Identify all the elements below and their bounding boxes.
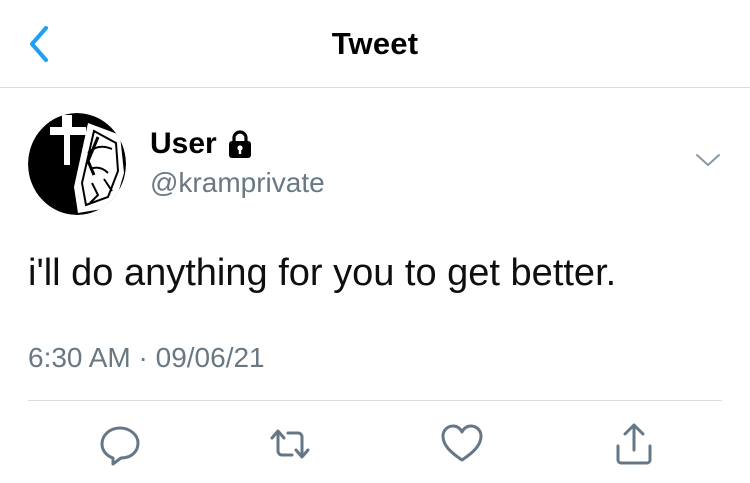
chevron-down-icon: [696, 154, 720, 166]
author-handle[interactable]: @kramprivate: [150, 166, 325, 200]
share-button[interactable]: [610, 420, 658, 468]
author-name-label: User: [150, 127, 217, 160]
divider: [28, 400, 722, 401]
retweet-icon: [270, 429, 310, 459]
avatar[interactable]: [28, 113, 126, 215]
author-name[interactable]: User: [150, 126, 253, 162]
lock-icon: [228, 130, 251, 158]
tweet-text: i'll do anything for you to get better.: [28, 252, 617, 294]
reply-button[interactable]: [96, 420, 144, 468]
more-options-button[interactable]: [694, 150, 722, 170]
page-title: Tweet: [331, 26, 419, 61]
tweet-date: 09/06/21: [155, 342, 265, 373]
retweet-button[interactable]: [266, 420, 314, 468]
reply-icon: [100, 426, 140, 466]
nav-bar: Tweet: [0, 0, 750, 88]
share-icon: [616, 423, 652, 465]
heart-icon: [441, 424, 483, 462]
like-button[interactable]: [438, 420, 486, 468]
tweet-time: 6:30 AM: [28, 342, 131, 373]
tweet-timestamp[interactable]: 6:30 AM · 09/06/21: [28, 340, 265, 376]
meta-separator: ·: [138, 342, 148, 373]
